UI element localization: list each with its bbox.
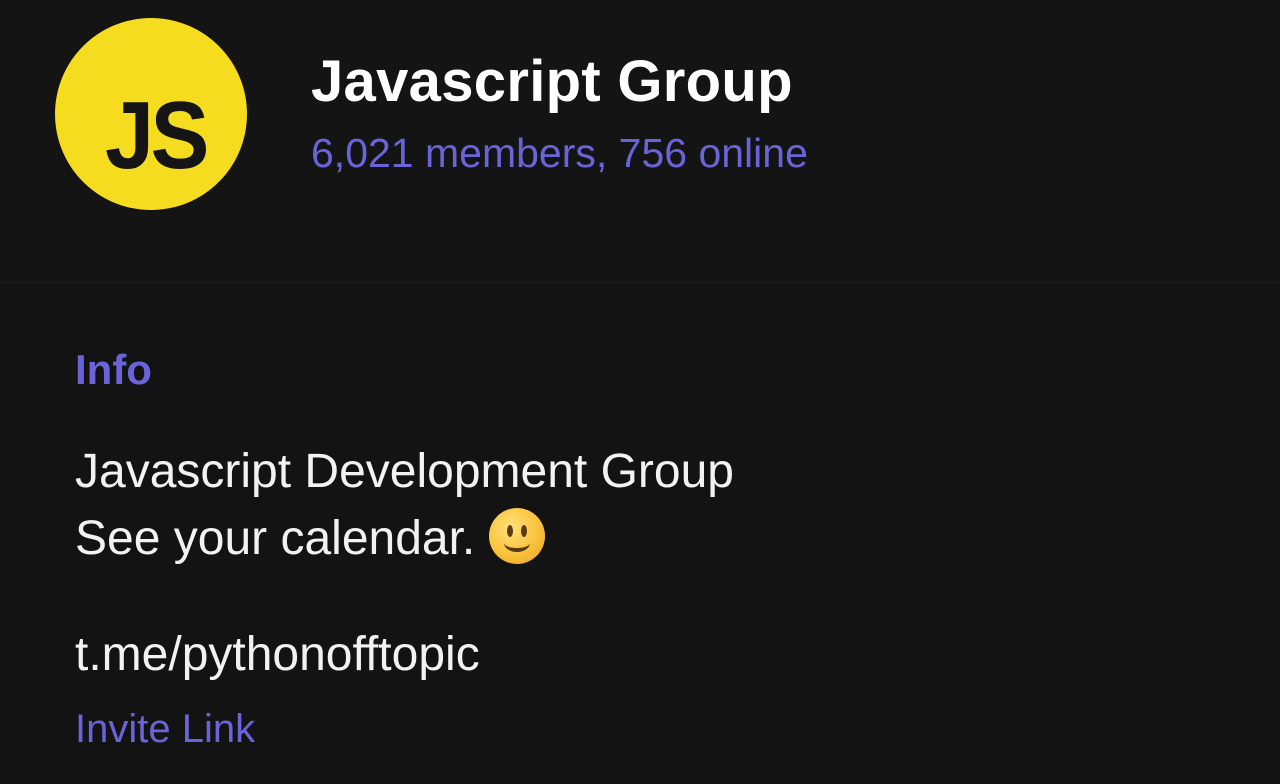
member-count: 6,021 members, 756 online [311, 130, 808, 176]
info-heading: Info [75, 346, 152, 393]
group-profile-screen: JS Javascript Group 6,021 members, 756 o… [0, 0, 1280, 784]
invite-link-caption: Invite Link [75, 707, 256, 751]
description-line-2: See your calendar. [75, 508, 546, 566]
group-avatar[interactable]: JS [55, 18, 247, 210]
avatar-initials: JS [105, 82, 209, 189]
description-text-2: See your calendar. [75, 512, 476, 565]
profile-header: JS Javascript Group 6,021 members, 756 o… [0, 0, 1280, 282]
description-text-1: Javascript Development Group [75, 445, 734, 498]
emoji-mouth [504, 534, 531, 552]
group-title: Javascript Group [311, 49, 793, 114]
description-line-1: Javascript Development Group [75, 444, 734, 499]
invite-link[interactable]: t.me/pythonofftopic [75, 627, 480, 682]
slightly-smiling-face-icon [489, 508, 546, 564]
